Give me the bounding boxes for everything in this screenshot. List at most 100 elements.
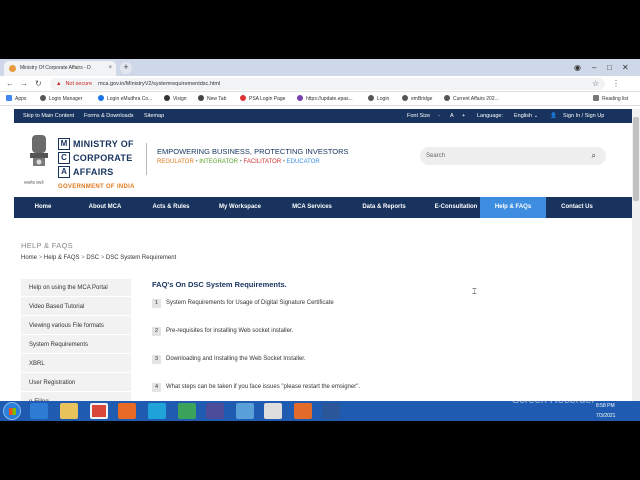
nav-contact-us[interactable]: Contact Us bbox=[546, 197, 608, 218]
bookmark-item[interactable]: Login bbox=[368, 92, 389, 106]
new-tab-button[interactable]: + bbox=[120, 62, 132, 74]
reload-icon[interactable]: ↻ bbox=[35, 78, 42, 90]
faq-number: 2 bbox=[152, 327, 161, 336]
bookmark-item[interactable]: https://update.epas... bbox=[297, 92, 353, 106]
bookmark-item[interactable]: Login eMudhra Co... bbox=[98, 92, 152, 106]
reading-list-icon bbox=[593, 95, 599, 101]
recorder-icon[interactable] bbox=[294, 403, 312, 419]
url-text: mca.gov.in/MinistryV2/systemrequirementd… bbox=[98, 81, 221, 87]
tab-close-icon[interactable]: × bbox=[108, 61, 112, 76]
faq-item[interactable]: 4 What steps can be taken if you face iss… bbox=[152, 383, 360, 392]
breadcrumb-help-faqs[interactable]: Help & FAQS bbox=[44, 255, 80, 261]
app-icon[interactable] bbox=[236, 403, 254, 419]
breadcrumb-dsc[interactable]: DSC bbox=[86, 255, 99, 261]
role-educator: EDUCATOR bbox=[286, 159, 320, 165]
bookmark-apps[interactable]: Apps bbox=[6, 92, 26, 106]
language-select[interactable]: English ⌄ bbox=[514, 109, 538, 123]
bookmark-item[interactable]: Visign bbox=[164, 92, 187, 106]
reading-list[interactable]: Reading list bbox=[593, 92, 628, 106]
forms-downloads-link[interactable]: Forms & Downloads bbox=[84, 109, 134, 123]
bookmark-item[interactable]: PSA Login Page bbox=[240, 92, 285, 106]
nav-my-workspace[interactable]: My Workspace bbox=[204, 197, 276, 218]
nav-acts-rules[interactable]: Acts & Rules bbox=[138, 197, 204, 218]
nav-data-reports[interactable]: Data & Reports bbox=[348, 197, 420, 218]
breadcrumb-home[interactable]: Home bbox=[21, 255, 37, 261]
browser-tab-bar: Ministry Of Corporate Affairs - D × + ◉ … bbox=[0, 59, 640, 76]
faq-item[interactable]: 1 System Requirements for Usage of Digita… bbox=[152, 299, 334, 308]
clock-time[interactable]: 8:58 PM bbox=[596, 401, 615, 411]
sidebar-item-system-requirements[interactable]: System Requirements bbox=[21, 336, 131, 354]
clock-date[interactable]: 7/3/2021 bbox=[596, 411, 615, 421]
bookmark-star-icon[interactable]: ☆ bbox=[592, 78, 599, 90]
scrollbar-thumb[interactable] bbox=[633, 117, 639, 201]
faq-number: 3 bbox=[152, 355, 161, 364]
app-icon[interactable] bbox=[206, 403, 224, 419]
faq-text: Pre-requisites for installing Web socket… bbox=[166, 328, 294, 334]
back-arrow-icon[interactable]: ← bbox=[6, 78, 14, 90]
maximize-icon[interactable]: □ bbox=[607, 59, 612, 76]
logo-word: AFFAIRS bbox=[73, 166, 114, 177]
logo-word: MINISTRY OF bbox=[73, 138, 134, 149]
not-secure-label: Not secure bbox=[65, 81, 93, 87]
word-icon[interactable] bbox=[322, 403, 340, 419]
sidebar-item-xbrl[interactable]: XBRL bbox=[21, 355, 131, 373]
extensions-icon[interactable]: ⋮ bbox=[612, 78, 620, 90]
font-decrease-button[interactable]: - bbox=[438, 109, 440, 123]
nav-home[interactable]: Home bbox=[14, 197, 72, 218]
ie-icon[interactable] bbox=[30, 403, 48, 419]
chrome-icon[interactable] bbox=[90, 403, 108, 419]
sidebar-item-user-registration[interactable]: User Registration bbox=[21, 374, 131, 392]
profile-icon[interactable]: ◉ bbox=[574, 59, 581, 76]
app-icon[interactable] bbox=[178, 403, 196, 419]
sidebar-item-file-formats[interactable]: Viewing various File formats bbox=[21, 317, 131, 335]
document-icon[interactable] bbox=[264, 403, 282, 419]
minimize-icon[interactable]: – bbox=[592, 59, 596, 76]
bookmarks-bar: Apps Login Manager Login eMudhra Co... V… bbox=[0, 92, 640, 106]
breadcrumb: Home > Help & FAQS > DSC > DSC System Re… bbox=[21, 255, 177, 261]
mouse-cursor-icon: ⌶ bbox=[472, 287, 477, 296]
emblem-caption: सत्यमेव जयते bbox=[24, 180, 44, 185]
sign-in-link[interactable]: Sign In / Sign Up bbox=[563, 109, 604, 123]
tab-title: Ministry Of Corporate Affairs - D bbox=[20, 65, 91, 71]
font-size-label: Font Size bbox=[407, 113, 431, 119]
nav-about-mca[interactable]: About MCA bbox=[72, 197, 138, 218]
faq-item[interactable]: 3 Downloading and Installing the Web Sock… bbox=[152, 355, 306, 364]
mca-logo[interactable]: M MINISTRY OF C CORPORATE A AFFAIRS bbox=[58, 137, 134, 179]
user-icon: 👤 bbox=[550, 113, 557, 119]
bookmark-favicon-icon bbox=[198, 95, 204, 101]
bookmark-favicon-icon bbox=[368, 95, 374, 101]
address-bar: ← → ↻ ▲ Not secure mca.gov.in/MinistryV2/s… bbox=[0, 76, 640, 92]
edge-icon[interactable] bbox=[148, 403, 166, 419]
tagline: EMPOWERING BUSINESS, PROTECTING INVESTOR… bbox=[157, 147, 349, 156]
forward-arrow-icon[interactable]: → bbox=[20, 78, 28, 90]
font-increase-button[interactable]: + bbox=[462, 109, 465, 123]
nav-mca-services[interactable]: MCA Services bbox=[276, 197, 348, 218]
sidebar-item-help-portal[interactable]: Help on using the MCA Portal bbox=[21, 279, 131, 297]
bookmark-favicon-icon bbox=[164, 95, 170, 101]
firefox-icon[interactable] bbox=[118, 403, 136, 419]
page-section-title: HELP & FAQS bbox=[21, 241, 73, 250]
logo-letter: C bbox=[58, 151, 70, 164]
url-input[interactable]: ▲ Not secure mca.gov.in/MinistryV2/systemr… bbox=[50, 78, 605, 90]
search-input[interactable]: Search ⌕ bbox=[420, 147, 606, 165]
font-reset-button[interactable]: A bbox=[450, 109, 454, 123]
start-button[interactable] bbox=[3, 402, 21, 420]
faq-item[interactable]: 2 Pre-requisites for installing Web socke… bbox=[152, 327, 293, 336]
bookmark-item[interactable]: emBridge bbox=[402, 92, 432, 106]
breadcrumb-current: DSC System Requirement bbox=[105, 255, 177, 261]
close-window-icon[interactable]: ✕ bbox=[622, 59, 629, 76]
nav-help-faqs[interactable]: Help & FAQs bbox=[480, 197, 546, 218]
file-explorer-icon[interactable] bbox=[60, 403, 78, 419]
logo-letter: M bbox=[58, 137, 70, 150]
bookmark-item[interactable]: Login Manager bbox=[40, 92, 82, 106]
sitemap-link[interactable]: Sitemap bbox=[144, 109, 164, 123]
warning-icon: ▲ bbox=[56, 81, 62, 87]
search-icon[interactable]: ⌕ bbox=[592, 147, 596, 165]
sidebar-item-video-tutorial[interactable]: Video Based Tutorial bbox=[21, 298, 131, 316]
browser-tab[interactable]: Ministry Of Corporate Affairs - D × bbox=[4, 61, 116, 76]
bookmark-favicon-icon bbox=[402, 95, 408, 101]
skip-to-main-link[interactable]: Skip to Main Content bbox=[23, 109, 74, 123]
national-emblem-icon bbox=[30, 135, 48, 166]
bookmark-item[interactable]: New Tab bbox=[198, 92, 226, 106]
bookmark-item[interactable]: Current Affairs 202... bbox=[444, 92, 499, 106]
